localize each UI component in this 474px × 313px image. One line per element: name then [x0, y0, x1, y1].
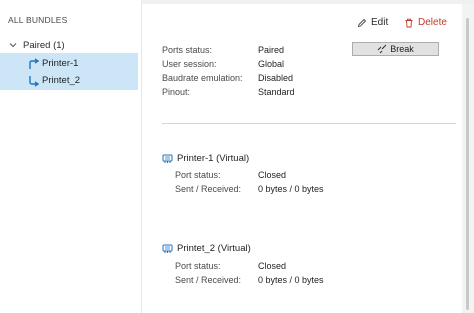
scrollbar[interactable]: [462, 4, 474, 313]
pinout-value: Standard: [258, 87, 295, 97]
port-title-label: Printet_2 (Virtual): [177, 243, 251, 254]
port-icon: [162, 244, 173, 253]
tree-children: Printer-1 Printet_2: [0, 53, 138, 90]
pencil-icon: [357, 18, 367, 27]
pinout-label: Pinout:: [162, 87, 191, 97]
break-label: Break: [390, 44, 414, 54]
bundles-sidebar: ALL BUNDLES Paired (1) Printer-1 Printet…: [0, 0, 142, 313]
section-divider: [162, 123, 456, 124]
baudrate-emulation-label: Baudrate emulation:: [162, 73, 243, 83]
baudrate-emulation-value: Disabled: [258, 73, 294, 83]
port-status-label: Port status:: [175, 170, 221, 180]
port-icon: [162, 154, 173, 163]
port-title-label: Printer-1 (Virtual): [177, 153, 250, 164]
ports-status-label: Ports status:: [162, 45, 213, 55]
port-title-printet-2: Printet_2 (Virtual): [162, 243, 251, 254]
break-button[interactable]: Break: [352, 42, 439, 56]
user-session-label: User session:: [162, 59, 217, 69]
sidebar-header: ALL BUNDLES: [8, 15, 68, 25]
sidebar-item-printer-1[interactable]: Printer-1: [0, 55, 138, 72]
port-status-value: Closed: [258, 170, 287, 180]
scrollbar-thumb[interactable]: [466, 18, 469, 310]
sent-received-value: 0 bytes / 0 bytes: [258, 184, 324, 194]
user-session-value: Global: [258, 59, 285, 69]
sent-received-label: Sent / Received:: [175, 275, 242, 285]
port-title-printer-1: Printer-1 (Virtual): [162, 153, 249, 164]
sent-received-value: 0 bytes / 0 bytes: [258, 275, 324, 285]
sidebar-item-label: Printet_2: [42, 75, 81, 86]
trash-icon: [405, 18, 413, 27]
ports-status-value: Paired: [258, 45, 285, 55]
break-link-icon: [377, 44, 387, 54]
port-status-label: Port status:: [175, 261, 221, 271]
panel-top-bar: [141, 0, 474, 4]
sent-received-label: Sent / Received:: [175, 184, 242, 194]
delete-label: Delete: [418, 17, 447, 28]
arrow-out-icon: [29, 57, 40, 69]
sidebar-item-printet-2[interactable]: Printet_2: [0, 72, 138, 89]
delete-button[interactable]: Delete: [404, 17, 447, 28]
tree-group-paired[interactable]: Paired (1): [0, 37, 141, 53]
edit-button[interactable]: Edit: [357, 17, 388, 28]
edit-label: Edit: [371, 17, 389, 28]
tree-group-label: Paired (1): [23, 39, 65, 51]
sidebar-item-label: Printer-1: [42, 58, 79, 69]
port-status-value: Closed: [258, 261, 287, 271]
chevron-down-icon[interactable]: [9, 41, 17, 49]
arrow-in-icon: [29, 75, 40, 87]
